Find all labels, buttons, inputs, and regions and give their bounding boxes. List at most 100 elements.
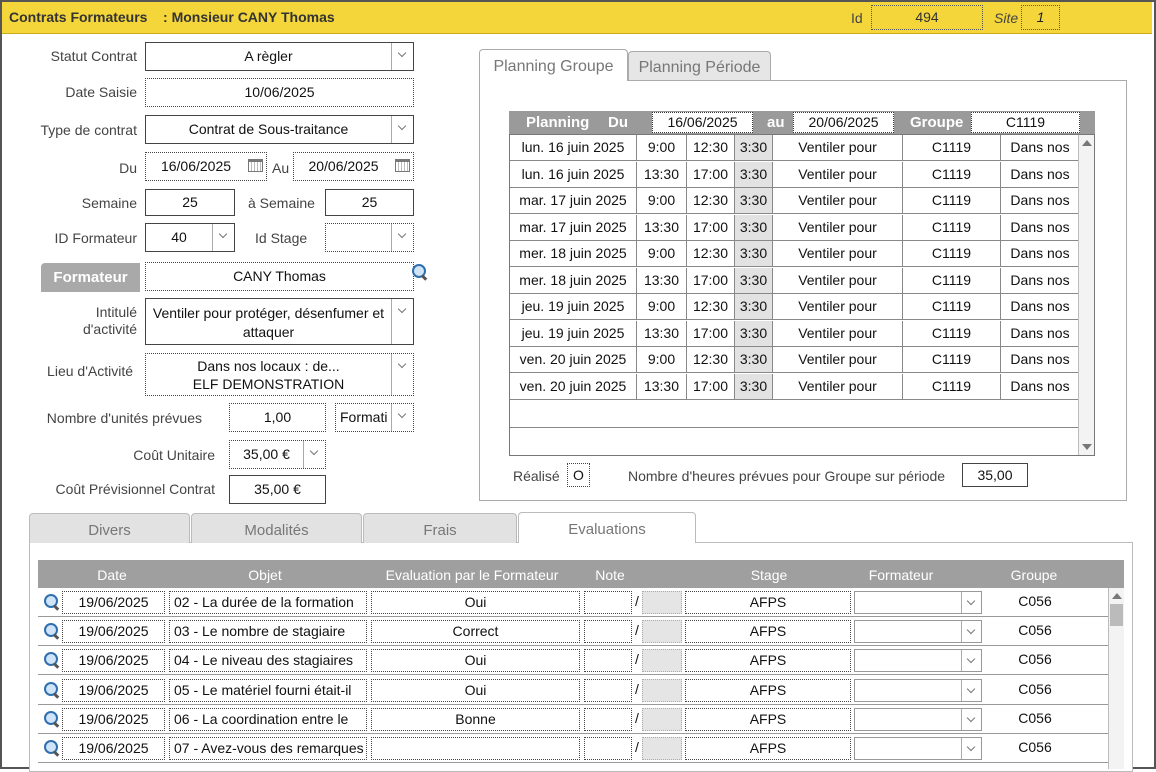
type-contrat-select[interactable]: Contrat de Sous-traitance xyxy=(145,115,414,144)
chevron-down-icon[interactable] xyxy=(961,621,981,643)
planning-row[interactable]: ven. 20 juin 2025 13:30 17:00 3:30 Ventiler … xyxy=(510,373,1079,400)
planning-row[interactable]: mar. 17 juin 2025 13:30 17:00 3:30 Ventiler … xyxy=(510,214,1079,241)
planning-row[interactable]: mer. 18 juin 2025 13:30 17:00 3:30 Ventiler … xyxy=(510,267,1079,294)
chevron-down-icon[interactable] xyxy=(961,708,981,730)
search-icon[interactable] xyxy=(44,681,60,698)
evaluation-cell-evaluation[interactable]: Bonne xyxy=(371,707,580,731)
evaluation-row[interactable]: 19/06/2025 04 - Le niveau des stagiaires O… xyxy=(38,646,1108,676)
planning-cell-activity: Ventiler pour xyxy=(772,241,902,267)
planning-du-field[interactable]: 16/06/2025 xyxy=(652,112,753,133)
planning-row[interactable]: mar. 17 juin 2025 9:00 12:30 3:30 Ventiler p… xyxy=(510,188,1079,214)
chevron-down-icon[interactable] xyxy=(212,224,234,251)
lieu-select[interactable]: Dans nos locaux : de... ELF DEMONSTRATIO… xyxy=(145,353,414,396)
id-stage-select[interactable] xyxy=(325,223,414,252)
realise-field[interactable]: O xyxy=(567,463,590,487)
a-semaine-field[interactable]: 25 xyxy=(325,189,414,216)
evaluation-cell-note-a[interactable] xyxy=(584,620,632,644)
scroll-up-icon[interactable] xyxy=(1082,140,1092,146)
search-icon[interactable] xyxy=(44,740,60,756)
search-icon[interactable] xyxy=(44,710,60,727)
planning-cell-group: C1119 xyxy=(902,135,1000,161)
id-label: Id xyxy=(851,10,863,26)
planning-empty-row[interactable] xyxy=(510,400,1079,428)
search-icon[interactable] xyxy=(412,264,428,280)
heures-field[interactable]: 35,00 xyxy=(962,463,1028,487)
scroll-up-icon[interactable] xyxy=(1112,593,1122,599)
evaluation-formateur-select[interactable] xyxy=(854,649,982,673)
cout-unitaire-label: Coût Unitaire xyxy=(133,447,215,463)
unite-type-select[interactable]: Formati xyxy=(335,403,414,432)
evaluation-cell-note-a[interactable] xyxy=(584,678,632,702)
col-formateur: Formateur xyxy=(868,567,934,583)
tab-divers[interactable]: Divers xyxy=(29,513,190,543)
evaluation-formateur-select[interactable] xyxy=(854,678,982,702)
evaluation-cell-evaluation[interactable] xyxy=(371,737,580,760)
site-field[interactable]: 1 xyxy=(1021,5,1060,30)
evaluation-cell-note-a[interactable] xyxy=(584,737,632,760)
planning-cell-group: C1119 xyxy=(902,267,1000,294)
evaluation-cell-evaluation[interactable]: Correct xyxy=(371,620,580,644)
evaluation-row[interactable]: 19/06/2025 02 - La durée de la formation O… xyxy=(38,588,1108,617)
evaluation-cell-note-a[interactable] xyxy=(584,591,632,614)
evaluation-row[interactable]: 19/06/2025 07 - Avez-vous des remarques / A… xyxy=(38,734,1108,763)
scroll-thumb[interactable] xyxy=(1110,604,1123,626)
evaluation-row[interactable]: 19/06/2025 03 - Le nombre de stagiaire Cor… xyxy=(38,617,1108,647)
planning-row[interactable]: ven. 20 juin 2025 9:00 12:30 3:30 Ventiler p… xyxy=(510,347,1079,373)
au-date-field[interactable]: 20/06/2025 xyxy=(293,152,414,181)
planning-scrollbar[interactable] xyxy=(1078,135,1094,455)
intitule-select[interactable]: Ventiler pour protéger, désenfumer et at… xyxy=(145,298,414,345)
planning-au-field[interactable]: 20/06/2025 xyxy=(793,112,894,133)
chevron-down-icon[interactable] xyxy=(961,738,981,759)
chevron-down-icon[interactable] xyxy=(961,679,981,701)
evaluation-cell-evaluation[interactable]: Oui xyxy=(371,678,580,702)
date-saisie-field[interactable]: 10/06/2025 xyxy=(145,78,414,107)
evaluation-cell-evaluation[interactable]: Oui xyxy=(371,591,580,614)
evaluation-cell-note-a[interactable] xyxy=(584,707,632,731)
calendar-icon[interactable] xyxy=(395,159,410,172)
planning-row[interactable]: lun. 16 juin 2025 13:30 17:00 3:30 Ventiler … xyxy=(510,161,1079,188)
calendar-icon[interactable] xyxy=(248,159,263,172)
id-formateur-select[interactable]: 40 xyxy=(145,223,235,252)
id-field[interactable]: 494 xyxy=(871,5,983,30)
nb-unites-field[interactable]: 1,00 xyxy=(229,403,326,432)
planning-row[interactable]: lun. 16 juin 2025 9:00 12:30 3:30 Ventiler p… xyxy=(510,135,1079,161)
tab-modalites[interactable]: Modalités xyxy=(191,513,362,543)
chevron-down-icon[interactable] xyxy=(303,441,325,468)
chevron-down-icon[interactable] xyxy=(391,404,413,431)
chevron-down-icon[interactable] xyxy=(391,354,413,395)
planning-row[interactable]: jeu. 19 juin 2025 13:30 17:00 3:30 Ventiler … xyxy=(510,320,1079,347)
du-date-field[interactable]: 16/06/2025 xyxy=(145,152,267,181)
tab-planning-groupe[interactable]: Planning Groupe xyxy=(479,49,628,81)
evaluation-formateur-select[interactable] xyxy=(854,591,982,614)
cout-unitaire-select[interactable]: 35,00 € xyxy=(229,440,326,469)
evaluation-formateur-select[interactable] xyxy=(854,737,982,760)
cout-prev-field[interactable]: 35,00 € xyxy=(229,475,326,504)
evaluation-cell-evaluation[interactable]: Oui xyxy=(371,649,580,673)
evaluation-formateur-select[interactable] xyxy=(854,620,982,644)
planning-row[interactable]: mer. 18 juin 2025 9:00 12:30 3:30 Ventiler p… xyxy=(510,241,1079,267)
chevron-down-icon[interactable] xyxy=(391,43,413,70)
planning-row[interactable]: jeu. 19 juin 2025 9:00 12:30 3:30 Ventiler p… xyxy=(510,294,1079,320)
evaluation-cell-note-a[interactable] xyxy=(584,649,632,673)
tab-frais[interactable]: Frais xyxy=(363,513,517,543)
evaluation-row[interactable]: 19/06/2025 06 - La coordination entre le B… xyxy=(38,705,1108,734)
semaine-field[interactable]: 25 xyxy=(145,189,235,216)
evaluation-formateur-select[interactable] xyxy=(854,707,982,731)
formateur-button[interactable]: Formateur xyxy=(41,263,140,292)
evaluation-row[interactable]: 19/06/2025 05 - Le matériel fourni était-… xyxy=(38,676,1108,705)
chevron-down-icon[interactable] xyxy=(391,116,413,143)
tab-planning-periode[interactable]: Planning Période xyxy=(628,51,771,80)
evaluations-scrollbar[interactable] xyxy=(1108,588,1124,769)
formateur-field[interactable]: CANY Thomas xyxy=(145,262,414,291)
planning-groupe-field[interactable]: C1119 xyxy=(971,112,1080,133)
search-icon[interactable] xyxy=(44,623,60,639)
chevron-down-icon[interactable] xyxy=(961,650,981,672)
search-icon[interactable] xyxy=(44,652,60,668)
chevron-down-icon[interactable] xyxy=(961,592,981,613)
search-icon[interactable] xyxy=(44,594,60,610)
tab-evaluations[interactable]: Evaluations xyxy=(518,512,696,543)
chevron-down-icon[interactable] xyxy=(391,224,413,251)
chevron-down-icon[interactable] xyxy=(391,299,413,344)
scroll-down-icon[interactable] xyxy=(1082,444,1092,450)
statut-select[interactable]: A règler xyxy=(145,42,414,71)
